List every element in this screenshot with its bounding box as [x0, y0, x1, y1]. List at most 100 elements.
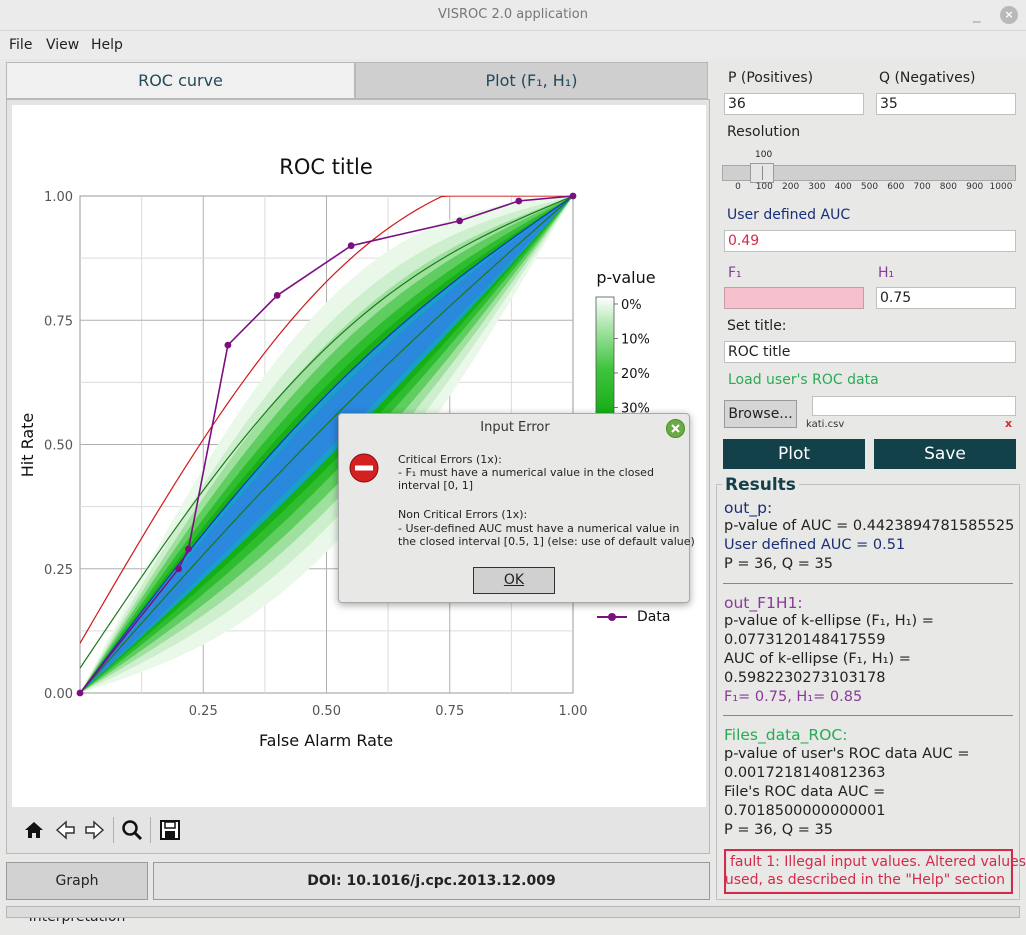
out-p-heading: out_p: — [724, 499, 773, 517]
data-point — [515, 197, 523, 205]
user-auc-result: User defined AUC = 0.51 — [724, 537, 906, 553]
slider-tick-label: 300 — [808, 182, 826, 192]
status-strip — [6, 906, 1020, 918]
slider-tick-label: 500 — [860, 182, 879, 192]
colorbar-tick-label: 0% — [621, 298, 642, 313]
file-path-input[interactable] — [812, 396, 1016, 416]
x-tick-label: 0.50 — [312, 704, 341, 719]
y-tick-label: 0.00 — [44, 687, 73, 702]
q-input[interactable]: 35 — [876, 93, 1016, 115]
pvalue-ellipse-value: 0.0773120148417559 — [724, 632, 886, 648]
critical-errors-heading: Critical Errors (1x): — [398, 453, 502, 466]
legend-marker — [608, 613, 616, 621]
save-button[interactable]: Save — [874, 439, 1016, 469]
slider-tick-label: 1000 — [989, 182, 1013, 192]
results-panel: Results out_p: p-value of AUC = 0.442389… — [716, 475, 1020, 900]
y-axis-label: Hit Rate — [18, 413, 37, 478]
out-f1h1-heading: out_F1H1: — [724, 594, 803, 612]
minimize-button[interactable]: _ — [973, 5, 981, 23]
p-input[interactable]: 36 — [724, 93, 864, 115]
data-point — [175, 565, 183, 573]
resolution-label: Resolution — [727, 124, 801, 140]
fault-line-2: used, as described in the "Help" section — [724, 872, 1005, 888]
bottom-bar: Graph Interpretation DOI: 10.1016/j.cpc.… — [6, 862, 710, 925]
save-icon[interactable] — [157, 817, 183, 843]
colorbar — [595, 296, 615, 428]
slider-tick-label: 0 — [735, 182, 741, 192]
critical-error-line-2: interval [0, 1] — [398, 479, 474, 492]
x-axis-label: False Alarm Rate — [259, 731, 393, 750]
home-icon[interactable] — [21, 817, 47, 843]
tab-bar: ROC curve Plot (F₁, H₁) — [6, 62, 710, 100]
noncritical-error-line-1: - User-defined AUC must have a numerical… — [398, 522, 680, 535]
slider-thumb[interactable] — [750, 163, 774, 183]
error-icon — [349, 453, 379, 487]
pvalue-ellipse: p-value of k-ellipse (F₁, H₁) = — [724, 613, 934, 629]
y-tick-label: 0.75 — [44, 314, 73, 329]
menu-bar: File View Help — [0, 31, 1026, 59]
plot-button[interactable]: Plot — [723, 439, 865, 469]
window-title: VISROC 2.0 application — [438, 7, 588, 22]
y-tick-labels: 0.00 0.25 0.50 0.75 1.00 — [44, 190, 73, 702]
fault-message: fault 1: Illegal input values. Altered v… — [724, 849, 1026, 894]
data-point — [456, 217, 464, 225]
noncritical-errors-heading: Non Critical Errors (1x): — [398, 508, 528, 521]
dialog-title: Input Error — [480, 420, 550, 435]
legend: Data — [597, 609, 670, 625]
auc-input[interactable]: 0.49 — [724, 230, 1016, 252]
noncritical-error-line-2: the closed interval [0.5, 1] (else: use … — [398, 535, 695, 548]
ok-button[interactable]: OK — [473, 567, 555, 594]
auc-ellipse: AUC of k-ellipse (F₁, H₁) = — [724, 651, 911, 667]
legend-label-data: Data — [637, 609, 670, 625]
f1h1-result: F₁= 0.75, H₁= 0.85 — [724, 689, 863, 705]
data-point — [76, 689, 84, 697]
critical-error-line-1: - F₁ must have a numerical value in the … — [398, 466, 654, 479]
slider-tick-label: 900 — [966, 182, 984, 192]
tab-roc-curve[interactable]: ROC curve — [6, 62, 355, 99]
title-input[interactable]: ROC title — [724, 341, 1016, 363]
pq-result-1: P = 36, Q = 35 — [724, 556, 834, 572]
dialog-close-icon[interactable] — [666, 419, 685, 438]
close-window-button[interactable]: × — [1000, 6, 1018, 24]
results-title: Results — [722, 475, 799, 495]
slider-tick-label: 400 — [834, 182, 852, 192]
q-label: Q (Negatives) — [879, 70, 976, 86]
y-tick-label: 1.00 — [44, 190, 73, 205]
file-name-label: kati.csv — [806, 419, 845, 430]
resolution-slider[interactable]: 0 100 200 300 400 500 600 700 800 900 1000 — [722, 162, 1016, 196]
back-icon[interactable] — [52, 817, 78, 843]
input-error-dialog: Input Error Critical Errors (1x): - F₁ m… — [338, 413, 695, 603]
browse-button[interactable]: Browse... — [724, 400, 797, 428]
pq-result-2: P = 36, Q = 35 — [724, 822, 834, 838]
fault-line-1: fault 1: Illegal input values. Altered v… — [730, 854, 1026, 870]
colorbar-title: p-value — [596, 268, 655, 287]
p-label: P (Positives) — [728, 70, 814, 86]
file-auc-value: 0.7018500000000001 — [724, 803, 886, 819]
colorbar-tick-label: 10% — [621, 333, 650, 348]
zoom-icon[interactable] — [119, 817, 145, 843]
graph-interpretation-button[interactable]: Graph Interpretation — [6, 862, 148, 925]
menu-file[interactable]: File — [9, 37, 32, 53]
menu-help[interactable]: Help — [91, 37, 123, 53]
tab-plot-f1h1[interactable]: Plot (F₁, H₁) — [355, 62, 708, 99]
colorbar-ticks: 0%10%20%30% — [614, 298, 650, 417]
slider-tick-label: 600 — [887, 182, 905, 192]
clear-file-icon[interactable]: x — [1005, 417, 1012, 430]
data-point — [569, 192, 577, 200]
auc-label: User defined AUC — [727, 207, 851, 223]
menu-view[interactable]: View — [46, 37, 79, 53]
pvalue-auc: p-value of AUC = 0.4423894781585525 — [724, 518, 1015, 534]
forward-icon[interactable] — [82, 817, 108, 843]
data-point — [224, 341, 232, 349]
slider-tick-label: 200 — [782, 182, 800, 192]
y-tick-label: 0.50 — [44, 439, 73, 454]
title-label: Set title: — [727, 318, 787, 334]
h1-input[interactable]: 0.75 — [876, 287, 1016, 309]
f1-label: F₁ — [728, 265, 742, 281]
pvalue-user-roc: p-value of user's ROC data AUC = — [724, 746, 970, 762]
y-tick-label: 0.25 — [44, 563, 73, 578]
x-tick-label: 0.75 — [435, 704, 464, 719]
f1-input[interactable] — [724, 287, 864, 309]
x-tick-labels: 0.25 0.50 0.75 1.00 — [189, 704, 588, 719]
chart-title: ROC title — [279, 155, 373, 179]
